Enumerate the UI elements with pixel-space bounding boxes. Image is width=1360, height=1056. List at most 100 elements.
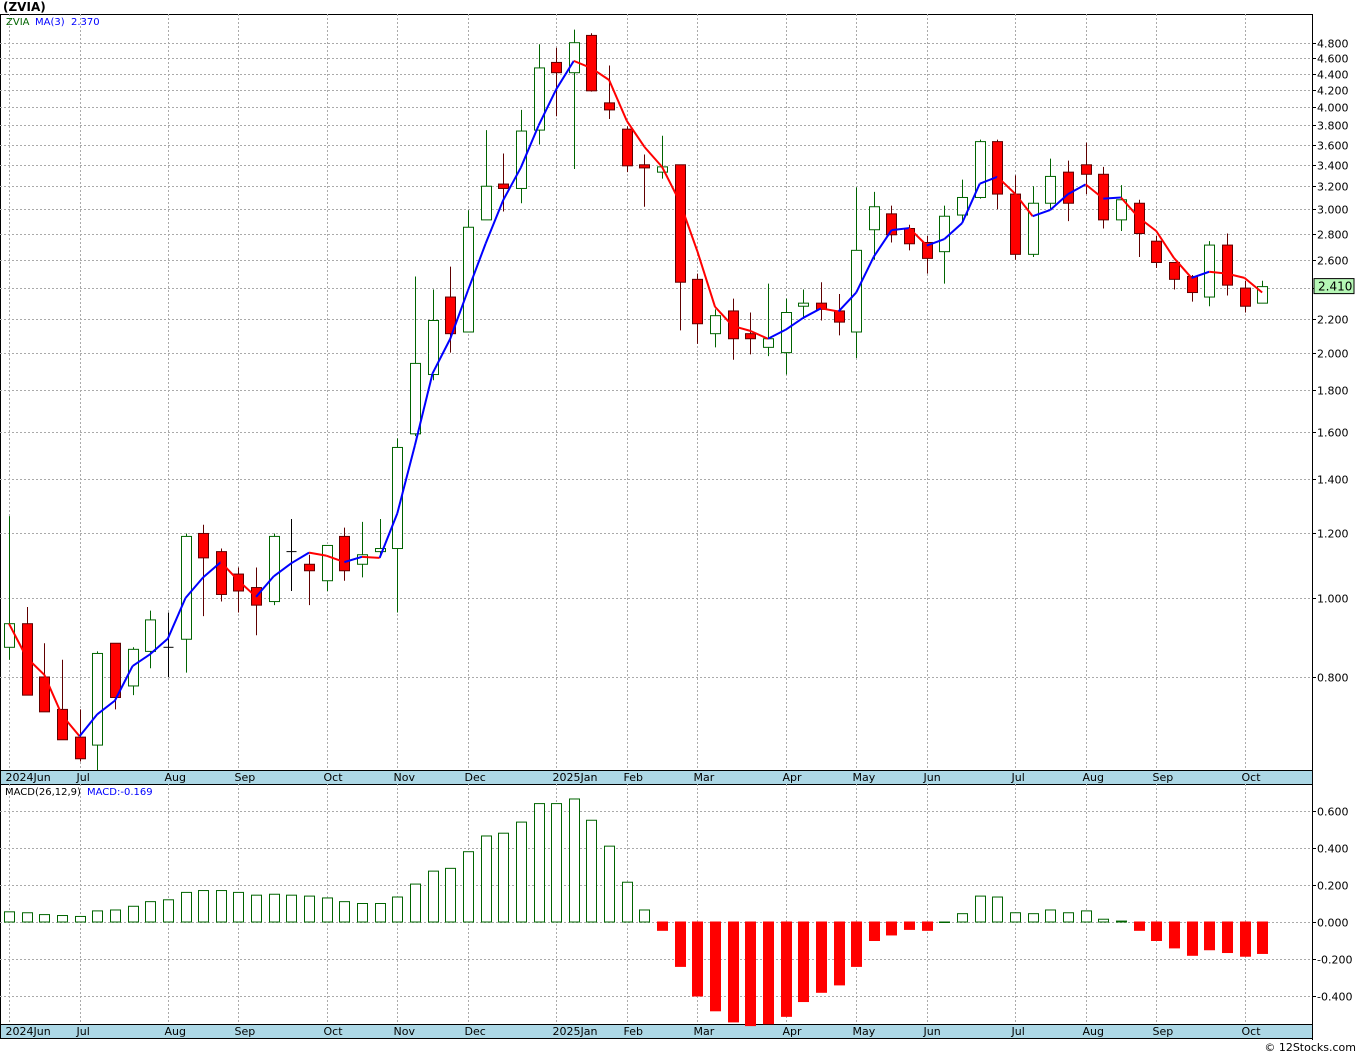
y-tick-label: 1.400	[1317, 474, 1349, 487]
x-tick-label: Jun	[923, 771, 941, 784]
x-tick-label: Jun	[923, 1025, 941, 1038]
macd-bar	[1098, 918, 1109, 923]
candle-body	[145, 619, 156, 652]
macd-bar	[163, 899, 174, 923]
candle-body	[304, 563, 315, 572]
macd-bar	[957, 913, 968, 923]
macd-bar	[1169, 921, 1180, 949]
macd-bar	[375, 903, 386, 923]
macd-bar	[357, 903, 368, 923]
macd-bar	[816, 921, 827, 993]
macd-bar	[392, 896, 403, 923]
chart-title: (ZVIA)	[3, 0, 46, 14]
x-tick-label: Sep	[1153, 1025, 1174, 1038]
macd-bar	[1204, 921, 1215, 951]
y-tick-label: 2.800	[1317, 229, 1349, 242]
candle-body	[728, 310, 739, 340]
candle-body	[551, 61, 562, 74]
candle-body	[1081, 164, 1092, 175]
candle-body	[1045, 175, 1056, 204]
candle-body	[745, 333, 756, 340]
candle-body	[216, 551, 227, 595]
x-tick-label: Aug	[1083, 771, 1104, 784]
macd-bar	[304, 895, 315, 923]
x-tick-label: Sep	[1153, 771, 1174, 784]
macd-bar	[781, 921, 792, 1017]
x-tick-label: Sep	[235, 1025, 256, 1038]
x-tick-label: Jul	[1011, 771, 1025, 784]
candle-body	[1240, 287, 1251, 307]
macd-bar	[939, 921, 950, 923]
macd-bar	[181, 891, 192, 923]
macd-bar	[339, 901, 350, 923]
macd-bar	[763, 921, 774, 1025]
candle-body	[181, 535, 192, 640]
macd-bar	[516, 821, 527, 923]
x-tick-label: 2025Jan	[553, 1025, 598, 1038]
candle-body	[110, 642, 121, 698]
candle-body	[639, 164, 650, 169]
macd-bar	[1010, 912, 1021, 923]
x-tick-label: Mar	[694, 1025, 715, 1038]
macd-legend: MACD(26,12,9)	[5, 787, 81, 798]
macd-bar	[604, 845, 615, 923]
y-tick-label: 2.000	[1317, 348, 1349, 361]
x-tick-label: Nov	[394, 771, 416, 784]
macd-y-tick-label: 0.400	[1317, 843, 1349, 856]
macd-value-label: MACD:-0.169	[87, 787, 153, 798]
macd-panel	[0, 784, 1313, 1025]
macd-bar	[657, 921, 668, 931]
macd-y-tick-label: 0.600	[1317, 806, 1349, 819]
candle-body	[939, 215, 950, 253]
y-tick-label: 3.200	[1317, 181, 1349, 194]
candle-body	[692, 278, 703, 325]
candle-body	[1169, 261, 1180, 280]
candle-body	[604, 102, 615, 111]
candle-body	[798, 302, 809, 307]
candle-body	[534, 67, 545, 131]
candle-body	[339, 535, 350, 572]
candle-body	[869, 206, 880, 231]
candle-body	[4, 623, 15, 648]
x-tick-label: Apr	[783, 771, 803, 784]
candle-body	[75, 736, 86, 760]
candle-body	[834, 310, 845, 323]
x-tick-label: Oct	[1242, 771, 1262, 784]
macd-bar	[922, 921, 933, 931]
candle-body	[198, 532, 209, 559]
macd-y-tick-label: -0.400	[1317, 991, 1352, 1004]
macd-bar	[710, 921, 721, 1012]
candle-body	[1222, 244, 1233, 286]
macd-bar	[1045, 909, 1056, 923]
candle-body	[1063, 171, 1074, 204]
macd-bar	[675, 921, 686, 967]
macd-bar	[1028, 913, 1039, 923]
macd-bar	[1187, 921, 1198, 956]
candle-body	[710, 315, 721, 335]
macd-bar	[1134, 921, 1145, 931]
candle-body	[675, 164, 686, 283]
macd-bar	[445, 867, 456, 923]
y-tick-label: 1.800	[1317, 385, 1349, 398]
macd-bar	[198, 890, 209, 923]
x-tick-label: Nov	[394, 1025, 416, 1038]
x-tick-label: Jul	[1011, 1025, 1025, 1038]
macd-bar	[1116, 920, 1127, 923]
x-tick-label: Mar	[694, 771, 715, 784]
candle	[622, 126, 633, 173]
macd-bar	[463, 851, 474, 923]
candle-body	[1010, 193, 1021, 255]
y-tick-label: 2.200	[1317, 314, 1349, 327]
stock-chart: 2024Jun 2024Jun Jul Jul Aug Aug Sep Sep Oct Oct No…	[0, 14, 1355, 1040]
macd-bar	[410, 883, 421, 923]
macd-bar	[1240, 921, 1251, 957]
candle-body	[498, 183, 509, 189]
candle-body	[1028, 202, 1039, 255]
y-tick-label: 3.800	[1317, 120, 1349, 133]
last-price-label: 2.410	[1318, 280, 1352, 294]
y-tick-label: 0.800	[1317, 672, 1349, 685]
macd-bar	[569, 798, 580, 923]
y-tick-label: 4.000	[1317, 102, 1349, 115]
candle	[463, 210, 474, 333]
candle-body	[410, 362, 421, 435]
